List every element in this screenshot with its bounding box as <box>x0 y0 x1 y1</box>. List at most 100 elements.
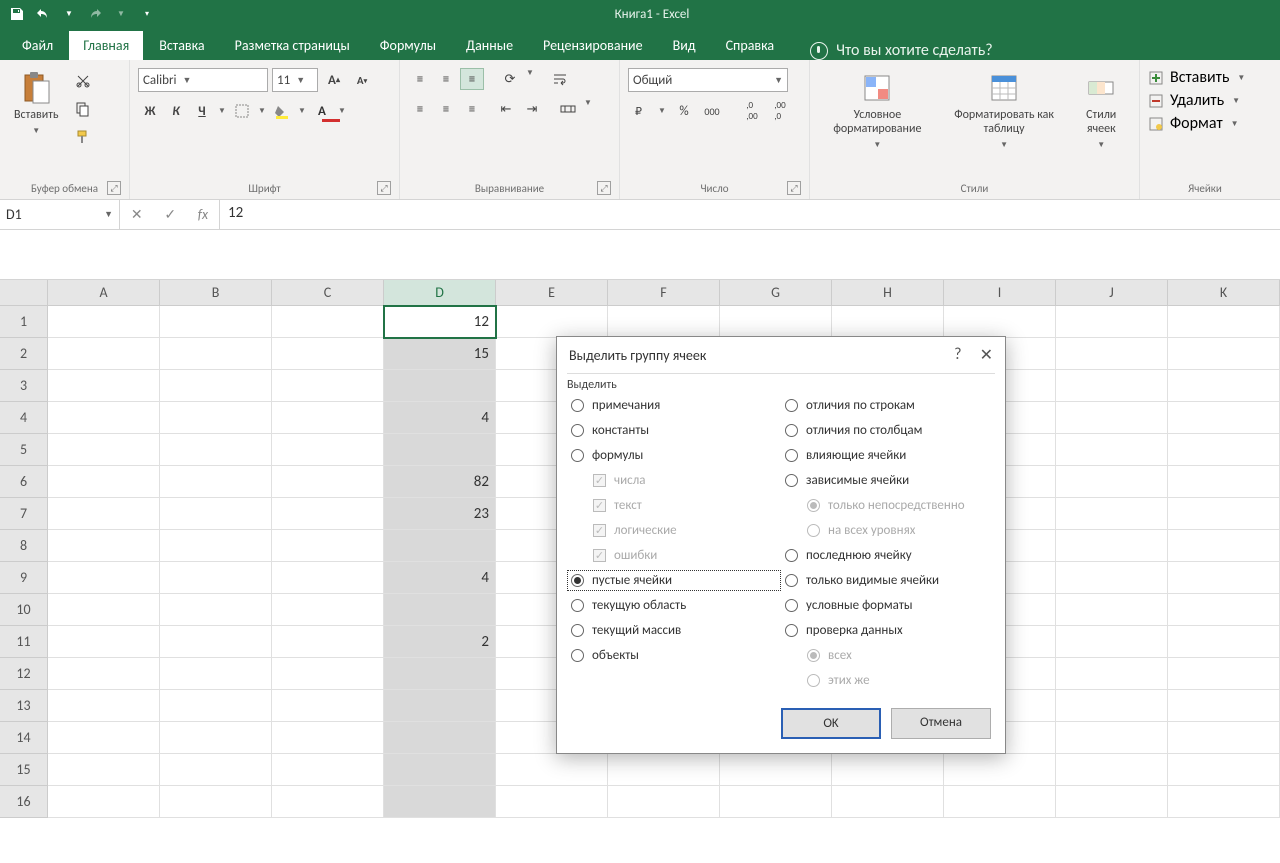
undo-icon[interactable] <box>32 3 54 25</box>
italic-button[interactable]: К <box>164 100 188 122</box>
radio-condf[interactable]: условные форматы <box>785 598 991 613</box>
name-box[interactable]: D1▼ <box>0 200 120 229</box>
cell-J13[interactable] <box>1056 690 1168 722</box>
cell-C11[interactable] <box>272 626 384 658</box>
wrap-text-button[interactable] <box>548 68 572 90</box>
copy-button[interactable] <box>71 98 95 120</box>
delete-cells-button[interactable]: Удалить▼ <box>1148 91 1242 110</box>
row-header-11[interactable]: 11 <box>0 626 48 658</box>
radio-vis[interactable]: только видимые ячейки <box>785 573 991 588</box>
column-header-E[interactable]: E <box>496 280 608 306</box>
cell-A2[interactable] <box>48 338 160 370</box>
cell-C6[interactable] <box>272 466 384 498</box>
row-header-6[interactable]: 6 <box>0 466 48 498</box>
cell-A11[interactable] <box>48 626 160 658</box>
cell-A10[interactable] <box>48 594 160 626</box>
cell-J11[interactable] <box>1056 626 1168 658</box>
cell-B5[interactable] <box>160 434 272 466</box>
dialog-launcher-icon[interactable]: ⤢ <box>107 181 121 195</box>
cell-C3[interactable] <box>272 370 384 402</box>
cell-C13[interactable] <box>272 690 384 722</box>
cell-I15[interactable] <box>944 754 1056 786</box>
cell-D13[interactable] <box>384 690 496 722</box>
row-header-16[interactable]: 16 <box>0 786 48 818</box>
cell-D7[interactable]: 23 <box>384 498 496 530</box>
cell-C15[interactable] <box>272 754 384 786</box>
column-header-A[interactable]: A <box>48 280 160 306</box>
row-header-9[interactable]: 9 <box>0 562 48 594</box>
cell-A14[interactable] <box>48 722 160 754</box>
fx-icon[interactable]: fx <box>198 206 208 223</box>
row-header-5[interactable]: 5 <box>0 434 48 466</box>
cell-B7[interactable] <box>160 498 272 530</box>
cell-B16[interactable] <box>160 786 272 818</box>
cell-K3[interactable] <box>1168 370 1280 402</box>
insert-cells-button[interactable]: Вставить▼ <box>1148 68 1247 87</box>
cell-K15[interactable] <box>1168 754 1280 786</box>
font-name-combo[interactable]: Calibri▼ <box>138 68 268 92</box>
cell-A5[interactable] <box>48 434 160 466</box>
row-header-10[interactable]: 10 <box>0 594 48 626</box>
cell-B8[interactable] <box>160 530 272 562</box>
underline-button[interactable]: Ч <box>190 100 214 122</box>
help-icon[interactable]: ? <box>954 345 961 365</box>
column-header-K[interactable]: K <box>1168 280 1280 306</box>
column-header-H[interactable]: H <box>832 280 944 306</box>
cell-K16[interactable] <box>1168 786 1280 818</box>
cell-J8[interactable] <box>1056 530 1168 562</box>
cell-B2[interactable] <box>160 338 272 370</box>
font-size-combo[interactable]: 11▼ <box>272 68 318 92</box>
cell-C14[interactable] <box>272 722 384 754</box>
cell-B4[interactable] <box>160 402 272 434</box>
cell-A8[interactable] <box>48 530 160 562</box>
cell-K11[interactable] <box>1168 626 1280 658</box>
cell-D3[interactable] <box>384 370 496 402</box>
cell-D11[interactable]: 2 <box>384 626 496 658</box>
number-format-combo[interactable]: Общий▼ <box>628 68 788 92</box>
cell-H1[interactable] <box>832 306 944 338</box>
cell-D9[interactable]: 4 <box>384 562 496 594</box>
radio-last[interactable]: последнюю ячейку <box>785 548 991 563</box>
radio-objects[interactable]: объекты <box>571 648 777 663</box>
cell-C10[interactable] <box>272 594 384 626</box>
undo-dropdown[interactable]: ▼ <box>58 3 80 25</box>
cell-D16[interactable] <box>384 786 496 818</box>
column-header-G[interactable]: G <box>720 280 832 306</box>
tab-help[interactable]: Справка <box>712 31 789 60</box>
tab-insert[interactable]: Вставка <box>145 31 218 60</box>
cell-K14[interactable] <box>1168 722 1280 754</box>
cell-D5[interactable] <box>384 434 496 466</box>
cell-B9[interactable] <box>160 562 272 594</box>
align-left-button[interactable]: ≡ <box>408 98 432 120</box>
close-icon[interactable]: ✕ <box>980 345 993 365</box>
radio-dep[interactable]: зависимые ячейки <box>785 473 991 488</box>
cell-J15[interactable] <box>1056 754 1168 786</box>
row-header-1[interactable]: 1 <box>0 306 48 338</box>
increase-indent-button[interactable]: ⇥ <box>520 98 544 120</box>
cell-D10[interactable] <box>384 594 496 626</box>
cell-G15[interactable] <box>720 754 832 786</box>
orientation-button[interactable]: ⟳ <box>498 68 522 90</box>
cell-J9[interactable] <box>1056 562 1168 594</box>
cell-F15[interactable] <box>608 754 720 786</box>
tell-me[interactable]: Что вы хотите сделать? <box>810 41 993 60</box>
cell-I16[interactable] <box>944 786 1056 818</box>
align-top-button[interactable]: ≡ <box>408 68 432 90</box>
redo-icon[interactable] <box>84 3 106 25</box>
cell-D2[interactable]: 15 <box>384 338 496 370</box>
row-header-14[interactable]: 14 <box>0 722 48 754</box>
cell-B12[interactable] <box>160 658 272 690</box>
cell-E15[interactable] <box>496 754 608 786</box>
cell-D8[interactable] <box>384 530 496 562</box>
cell-K12[interactable] <box>1168 658 1280 690</box>
decrease-indent-button[interactable]: ⇤ <box>494 98 518 120</box>
dialog-launcher-icon[interactable]: ⤢ <box>787 181 801 195</box>
tab-formulas[interactable]: Формулы <box>366 31 450 60</box>
cell-K7[interactable] <box>1168 498 1280 530</box>
cell-K5[interactable] <box>1168 434 1280 466</box>
radio-blanks[interactable]: пустые ячейки <box>569 572 779 589</box>
cell-G1[interactable] <box>720 306 832 338</box>
comma-button[interactable]: 000 <box>700 100 724 122</box>
formula-input[interactable]: 12 <box>220 200 1280 229</box>
tab-view[interactable]: Вид <box>659 31 710 60</box>
